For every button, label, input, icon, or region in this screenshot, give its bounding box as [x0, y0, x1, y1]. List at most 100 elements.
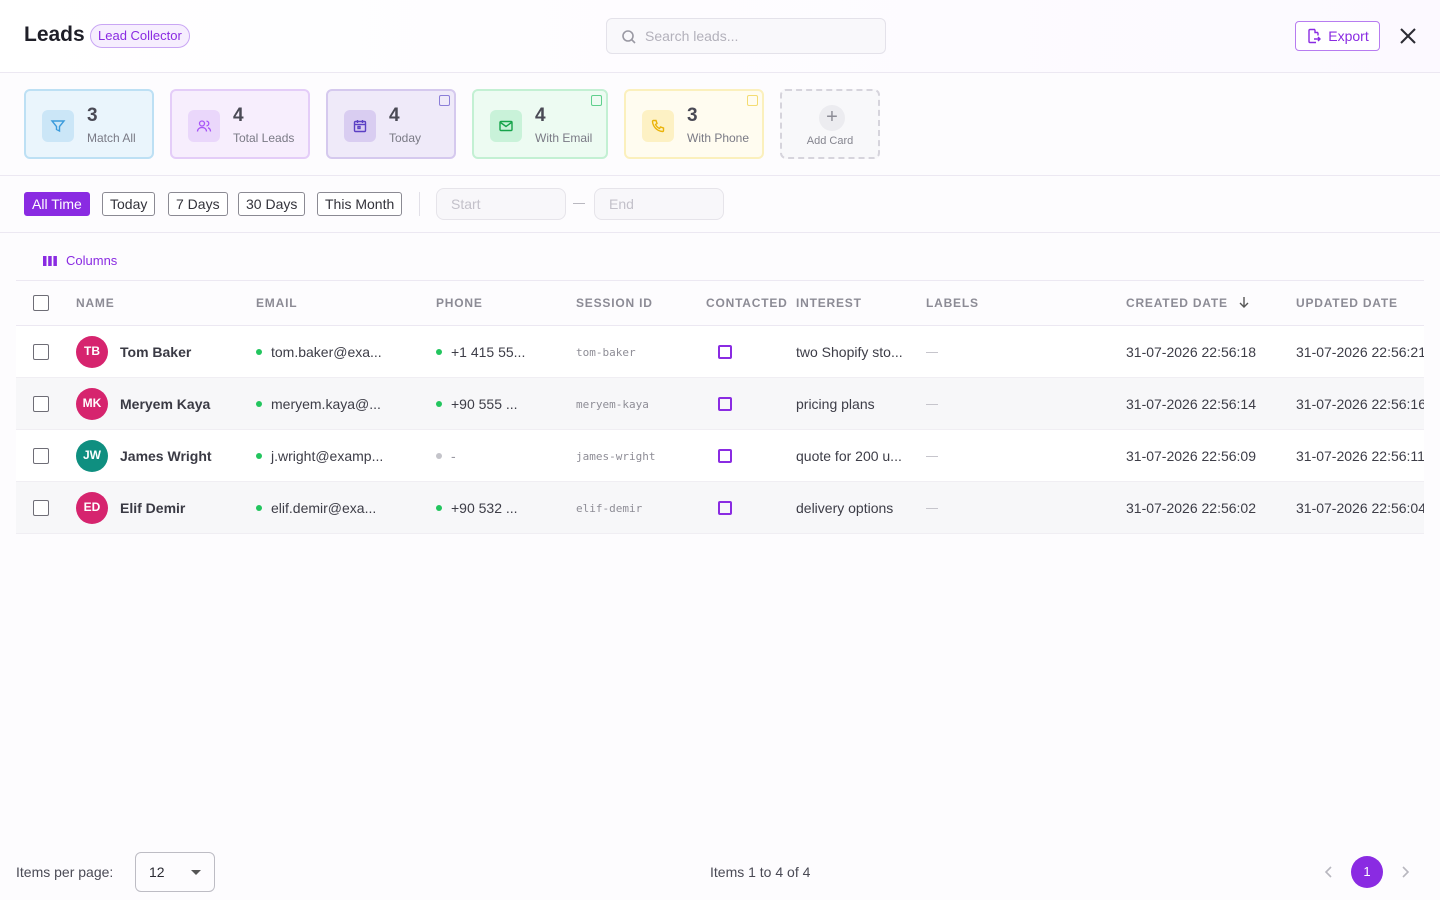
- export-icon: [1308, 28, 1322, 44]
- export-label: Export: [1328, 28, 1369, 44]
- avatar: JW: [76, 440, 108, 472]
- header-created-date[interactable]: CREATED DATE: [1126, 296, 1250, 310]
- row-checkbox[interactable]: [33, 448, 49, 464]
- updated-date: 31-07-2026 22:56:04: [1296, 500, 1424, 516]
- header-contacted[interactable]: CONTACTED: [706, 296, 788, 310]
- session-id: meryem-kaya: [576, 398, 649, 411]
- email-status-dot: [256, 401, 262, 407]
- chevron-right-icon[interactable]: [1400, 865, 1410, 879]
- contacted-checkbox[interactable]: [718, 345, 732, 359]
- lead-interest: pricing plans: [796, 396, 875, 412]
- updated-date: 31-07-2026 22:56:16: [1296, 396, 1424, 412]
- card-label: Total Leads: [233, 131, 295, 145]
- lead-email[interactable]: meryem.kaya@...: [271, 396, 381, 412]
- end-date-input[interactable]: End: [594, 188, 724, 220]
- sort-desc-icon[interactable]: [1238, 296, 1250, 308]
- header-created-label: CREATED DATE: [1126, 296, 1228, 310]
- lead-name[interactable]: James Wright: [120, 448, 212, 464]
- lead-phone[interactable]: +90 555 ...: [451, 396, 518, 412]
- items-per-page-label: Items per page:: [16, 864, 114, 880]
- filter-chip-all-time[interactable]: All Time: [24, 192, 90, 216]
- row-checkbox[interactable]: [33, 396, 49, 412]
- table-row[interactable]: TB Tom Baker tom.baker@exa... +1 415 55.…: [16, 326, 1424, 378]
- chevron-left-icon[interactable]: [1324, 865, 1334, 879]
- filter-chip-this-month[interactable]: This Month: [317, 192, 403, 216]
- card-total-leads[interactable]: 4 Total Leads: [170, 89, 310, 159]
- lead-phone[interactable]: +90 532 ...: [451, 500, 518, 516]
- header-session-id[interactable]: SESSION ID: [576, 296, 653, 310]
- card-select-checkbox[interactable]: [747, 95, 758, 106]
- updated-date: 31-07-2026 22:56:11: [1296, 448, 1424, 464]
- leads-table: NAME EMAIL PHONE SESSION ID CONTACTED IN…: [16, 280, 1424, 534]
- lead-collector-badge: Lead Collector: [90, 24, 190, 48]
- header-interest[interactable]: INTEREST: [796, 296, 862, 310]
- card-select-checkbox[interactable]: [439, 95, 450, 106]
- card-today[interactable]: 4 Today: [326, 89, 456, 159]
- contacted-checkbox[interactable]: [718, 449, 732, 463]
- card-label: Today: [389, 131, 422, 145]
- card-with-email[interactable]: 4 With Email: [472, 89, 608, 159]
- search-box[interactable]: [606, 18, 886, 54]
- card-value: 3: [687, 105, 698, 126]
- header-updated-date[interactable]: UPDATED DATE: [1296, 296, 1398, 310]
- filter-chip-7-days[interactable]: 7 Days: [168, 192, 228, 216]
- filter-chip-30-days[interactable]: 30 Days: [238, 192, 306, 216]
- header-email[interactable]: EMAIL: [256, 296, 297, 310]
- filter-chip-today[interactable]: Today: [102, 192, 156, 216]
- contacted-checkbox[interactable]: [718, 501, 732, 515]
- lead-email[interactable]: elif.demir@exa...: [271, 500, 376, 516]
- header-labels[interactable]: LABELS: [926, 296, 979, 310]
- header-name[interactable]: NAME: [76, 296, 115, 310]
- stat-cards-row: 3 Match All 4 Total Leads 4 Today 4 With…: [0, 74, 1440, 176]
- header-phone[interactable]: PHONE: [436, 296, 483, 310]
- caret-down-icon: [191, 870, 201, 875]
- phone-status-dot: [436, 453, 442, 459]
- contacted-checkbox[interactable]: [718, 397, 732, 411]
- lead-name[interactable]: Elif Demir: [120, 500, 185, 516]
- updated-date: 31-07-2026 22:56:21: [1296, 344, 1424, 360]
- lead-name[interactable]: Meryem Kaya: [120, 396, 210, 412]
- created-date: 31-07-2026 22:56:02: [1126, 500, 1256, 516]
- search-input[interactable]: [645, 19, 881, 53]
- page-button-current[interactable]: 1: [1351, 856, 1383, 888]
- phone-status-dot: [436, 349, 442, 355]
- labels-empty: [926, 456, 938, 457]
- lead-name[interactable]: Tom Baker: [120, 344, 191, 360]
- card-match-all[interactable]: 3 Match All: [24, 89, 154, 159]
- items-per-page-select[interactable]: 12: [135, 852, 215, 892]
- start-date-input[interactable]: Start: [436, 188, 566, 220]
- lead-interest: delivery options: [796, 500, 894, 516]
- card-value: 4: [233, 105, 244, 126]
- add-card-label: Add Card: [806, 135, 854, 147]
- lead-phone[interactable]: +1 415 55...: [451, 344, 525, 360]
- lead-email[interactable]: j.wright@examp...: [271, 448, 383, 464]
- calendar-icon: [344, 110, 376, 142]
- card-select-checkbox[interactable]: [591, 95, 602, 106]
- plus-icon: +: [819, 105, 845, 131]
- date-filter-row: All Time Today 7 Days 30 Days This Month…: [0, 176, 1440, 233]
- phone-status-dot: [436, 505, 442, 511]
- lead-phone: -: [451, 448, 456, 464]
- add-card-button[interactable]: + Add Card: [780, 89, 880, 159]
- table-row[interactable]: ED Elif Demir elif.demir@exa... +90 532 …: [16, 482, 1424, 534]
- table-row[interactable]: JW James Wright j.wright@examp... - jame…: [16, 430, 1424, 482]
- export-button[interactable]: Export: [1295, 21, 1380, 51]
- select-all-checkbox[interactable]: [33, 295, 49, 311]
- session-id: elif-demir: [576, 502, 643, 515]
- search-icon: [622, 30, 636, 44]
- columns-icon: [43, 255, 57, 266]
- close-icon[interactable]: [1397, 25, 1419, 47]
- row-checkbox[interactable]: [33, 344, 49, 360]
- card-label: With Phone: [687, 131, 750, 145]
- email-status-dot: [256, 453, 262, 459]
- page-title: Leads: [24, 23, 85, 46]
- created-date: 31-07-2026 22:56:14: [1126, 396, 1256, 412]
- columns-button[interactable]: Columns: [42, 253, 117, 268]
- row-checkbox[interactable]: [33, 500, 49, 516]
- lead-email[interactable]: tom.baker@exa...: [271, 344, 382, 360]
- table-row[interactable]: MK Meryem Kaya meryem.kaya@... +90 555 .…: [16, 378, 1424, 430]
- table-header: NAME EMAIL PHONE SESSION ID CONTACTED IN…: [16, 281, 1424, 326]
- created-date: 31-07-2026 22:56:09: [1126, 448, 1256, 464]
- avatar: MK: [76, 388, 108, 420]
- card-with-phone[interactable]: 3 With Phone: [624, 89, 764, 159]
